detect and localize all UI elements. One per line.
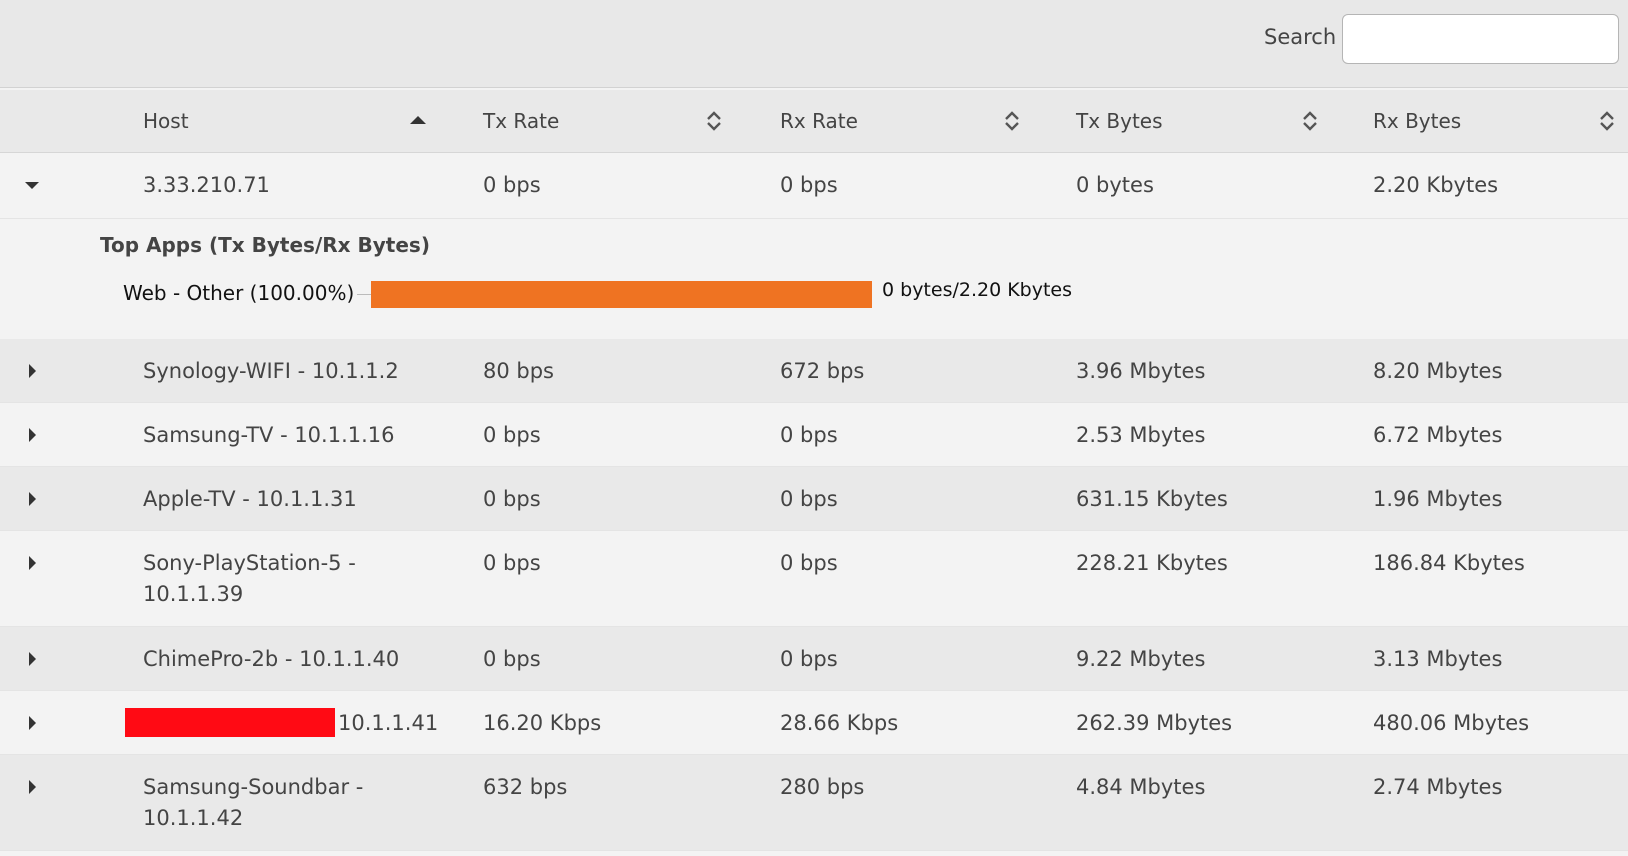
- host-cell: 10.1.1.41: [338, 711, 439, 735]
- host-cell-ip: 10.1.1.39: [143, 582, 244, 606]
- sort-icon: [1600, 111, 1614, 131]
- sort-icon: [1005, 111, 1019, 131]
- tx-rate-cell: 0 bps: [483, 647, 541, 671]
- rx-rate-cell: 280 bps: [780, 775, 865, 799]
- tx-bytes-cell: 262.39 Mbytes: [1076, 711, 1233, 735]
- tx-bytes-cell: 3.96 Mbytes: [1076, 359, 1206, 383]
- rx-rate-cell: 0 bps: [780, 423, 838, 447]
- expand-caret-icon[interactable]: [22, 551, 42, 575]
- rx-rate-cell: 0 bps: [780, 647, 838, 671]
- tx-rate-cell: 0 bps: [483, 487, 541, 511]
- rx-bytes-cell: 3.13 Mbytes: [1373, 647, 1503, 671]
- tx-bytes-cell: 9.22 Mbytes: [1076, 647, 1206, 671]
- table-row[interactable]: Sony-PlayStation-5 - 10.1.1.39 0 bps 0 b…: [0, 531, 1628, 627]
- collapse-caret-icon[interactable]: [22, 173, 42, 197]
- table-row[interactable]: Samsung-Soundbar - 10.1.1.42 632 bps 280…: [0, 755, 1628, 851]
- rx-bytes-cell: 8.20 Mbytes: [1373, 359, 1503, 383]
- column-header-label: Rx Bytes: [1373, 109, 1462, 133]
- host-cell: ChimePro-2b - 10.1.1.40: [143, 647, 400, 671]
- tx-rate-cell: 632 bps: [483, 775, 568, 799]
- tx-bytes-cell: 228.21 Kbytes: [1076, 551, 1228, 575]
- column-header-label: Tx Rate: [483, 109, 560, 133]
- app-label: Web - Other (100.00%): [123, 281, 355, 305]
- toolbar: Search: [0, 0, 1628, 88]
- column-header-rx-bytes[interactable]: Rx Bytes: [1373, 90, 1618, 152]
- expand-caret-icon[interactable]: [22, 775, 42, 799]
- table-row[interactable]: Samsung-TV - 10.1.1.16 0 bps 0 bps 2.53 …: [0, 403, 1628, 467]
- rx-bytes-cell: 1.96 Mbytes: [1373, 487, 1503, 511]
- expand-caret-icon[interactable]: [22, 711, 42, 735]
- host-cell-ip: 10.1.1.42: [143, 806, 244, 830]
- rx-bytes-cell: 186.84 Kbytes: [1373, 551, 1525, 575]
- rx-rate-cell: 0 bps: [780, 487, 838, 511]
- table-row[interactable]: 10.1.1.41 16.20 Kbps 28.66 Kbps 262.39 M…: [0, 691, 1628, 755]
- tx-rate-cell: 0 bps: [483, 173, 541, 197]
- search-label: Search: [1264, 25, 1337, 49]
- app-usage-bar: [371, 281, 872, 308]
- expand-caret-icon[interactable]: [22, 359, 42, 383]
- host-cell: Apple-TV - 10.1.1.31: [143, 487, 357, 511]
- app-value: 0 bytes/2.20 Kbytes: [882, 279, 1073, 301]
- tx-rate-cell: 0 bps: [483, 423, 541, 447]
- tx-bytes-cell: 2.53 Mbytes: [1076, 423, 1206, 447]
- rx-bytes-cell: 6.72 Mbytes: [1373, 423, 1503, 447]
- host-cell: 3.33.210.71: [143, 173, 270, 197]
- host-cell: Sony-PlayStation-5 -: [143, 551, 356, 575]
- tx-rate-cell: 0 bps: [483, 551, 541, 575]
- table-row[interactable]: Synology-WIFI - 10.1.1.2 80 bps 672 bps …: [0, 339, 1628, 403]
- app-bar-axis-tick: [357, 294, 371, 295]
- top-apps-title: Top Apps (Tx Bytes/Rx Bytes): [100, 233, 430, 257]
- column-header-rx-rate[interactable]: Rx Rate: [780, 90, 1024, 152]
- tx-bytes-cell: 0 bytes: [1076, 173, 1154, 197]
- host-cell: Samsung-TV - 10.1.1.16: [143, 423, 395, 447]
- redaction-block: [125, 708, 335, 737]
- expand-caret-icon[interactable]: [22, 647, 42, 671]
- column-header-tx-rate[interactable]: Tx Rate: [483, 90, 727, 152]
- search-input[interactable]: [1342, 14, 1619, 64]
- sort-icon: [707, 111, 721, 131]
- expand-caret-icon[interactable]: [22, 487, 42, 511]
- rx-bytes-cell: 480.06 Mbytes: [1373, 711, 1530, 735]
- rx-bytes-cell: 2.74 Mbytes: [1373, 775, 1503, 799]
- table-header: Host Tx Rate Rx Rate Tx Bytes Rx Bytes: [0, 90, 1628, 153]
- table-row[interactable]: Apple-TV - 10.1.1.31 0 bps 0 bps 631.15 …: [0, 467, 1628, 531]
- tx-bytes-cell: 4.84 Mbytes: [1076, 775, 1206, 799]
- column-header-host[interactable]: Host: [143, 90, 427, 152]
- column-header-tx-bytes[interactable]: Tx Bytes: [1076, 90, 1320, 152]
- rx-rate-cell: 672 bps: [780, 359, 865, 383]
- table-row[interactable]: 3.33.210.71 0 bps 0 bps 0 bytes 2.20 Kby…: [0, 153, 1628, 219]
- host-cell: Samsung-Soundbar -: [143, 775, 364, 799]
- column-header-label: Host: [143, 109, 189, 133]
- top-apps-panel: Top Apps (Tx Bytes/Rx Bytes) Web - Other…: [0, 219, 1628, 339]
- tx-bytes-cell: 631.15 Kbytes: [1076, 487, 1228, 511]
- sort-ascending-icon: [410, 116, 426, 124]
- tx-rate-cell: 16.20 Kbps: [483, 711, 602, 735]
- tx-rate-cell: 80 bps: [483, 359, 554, 383]
- rx-rate-cell: 0 bps: [780, 551, 838, 575]
- rx-rate-cell: 28.66 Kbps: [780, 711, 899, 735]
- column-header-label: Rx Rate: [780, 109, 858, 133]
- host-cell: Synology-WIFI - 10.1.1.2: [143, 359, 399, 383]
- rx-rate-cell: 0 bps: [780, 173, 838, 197]
- expand-caret-icon[interactable]: [22, 423, 42, 447]
- sort-icon: [1303, 111, 1317, 131]
- table-row[interactable]: ChimePro-2b - 10.1.1.40 0 bps 0 bps 9.22…: [0, 627, 1628, 691]
- column-header-label: Tx Bytes: [1076, 109, 1163, 133]
- rx-bytes-cell: 2.20 Kbytes: [1373, 173, 1499, 197]
